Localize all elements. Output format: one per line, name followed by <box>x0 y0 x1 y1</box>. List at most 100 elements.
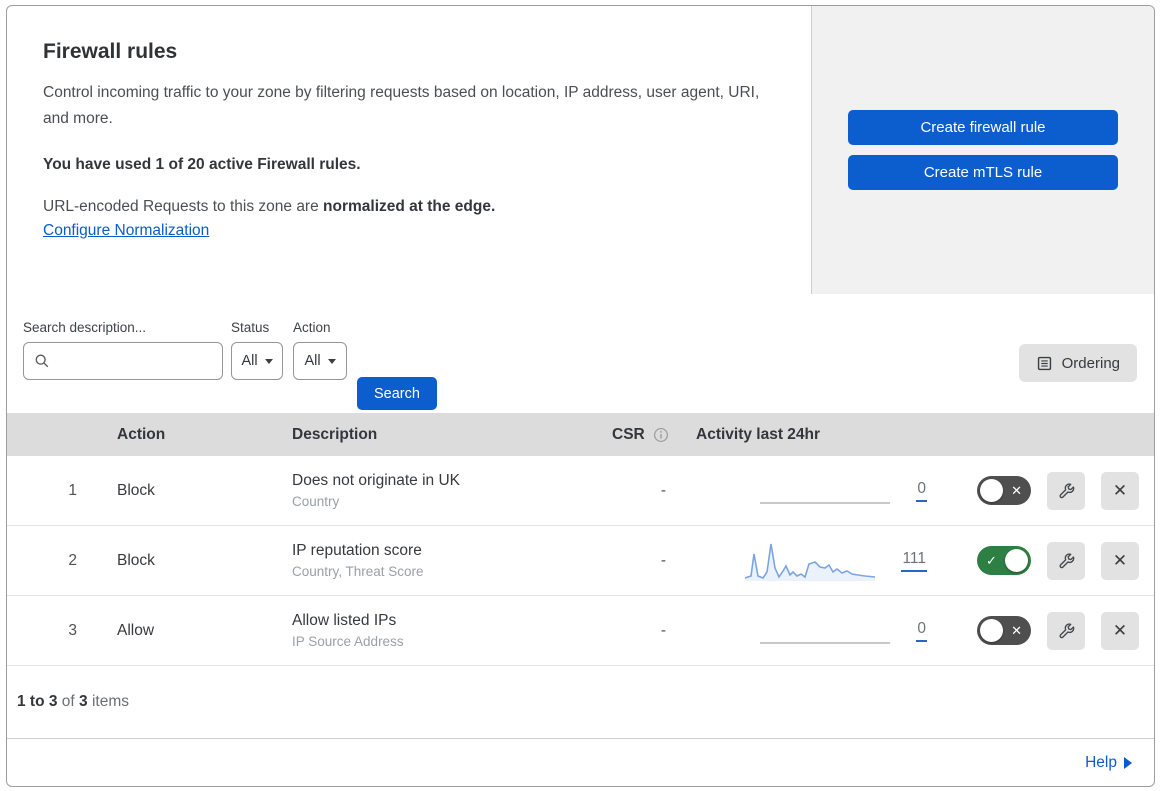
ordering-button-label: Ordering <box>1061 354 1120 372</box>
chevron-down-icon <box>264 358 273 364</box>
close-icon: ✕ <box>1112 620 1128 640</box>
activity-count-link[interactable]: 0 <box>916 480 927 502</box>
create-firewall-rule-button[interactable]: Create firewall rule <box>848 110 1118 145</box>
rule-controls: ✕ ✕ <box>947 611 1154 650</box>
rule-csr: - <box>660 481 666 499</box>
table-header: Action Description CSR Activity last 24h… <box>7 413 1154 456</box>
col-activity-header: Activity last 24hr <box>696 425 821 443</box>
rule-action: Block <box>117 551 155 569</box>
help-link[interactable]: Help <box>1085 754 1132 772</box>
rule-controls: ✕ ✕ <box>947 471 1154 510</box>
page-title: Firewall rules <box>43 40 178 63</box>
normalization-prefix: URL-encoded Requests to this zone are <box>43 198 324 216</box>
col-action-header: Action <box>117 425 166 443</box>
configure-normalization-link[interactable]: Configure Normalization <box>43 222 209 240</box>
rule-priority: 1 <box>68 481 77 499</box>
ordering-button[interactable]: Ordering <box>1018 344 1137 382</box>
wrench-icon <box>1059 482 1075 498</box>
toggle-state-icon: ✕ <box>1011 622 1022 638</box>
firewall-rules-card: Firewall rules Control incoming traffic … <box>6 5 1155 787</box>
edit-rule-button[interactable] <box>1047 611 1085 650</box>
rule-action: Block <box>117 481 155 499</box>
delete-rule-button[interactable]: ✕ <box>1101 541 1139 580</box>
close-icon: ✕ <box>1112 550 1128 570</box>
help-bar: Help <box>7 739 1154 786</box>
rule-activity-cell: 111 <box>682 541 947 581</box>
col-csr-header: CSR <box>592 426 682 444</box>
rule-description-cell: Allow listed IPs IP Source Address <box>272 612 592 649</box>
toggle-knob <box>1005 549 1028 572</box>
rule-activity-cell: 0 <box>682 618 947 644</box>
enable-toggle[interactable]: ✕ <box>977 476 1031 505</box>
rule-description: IP reputation score <box>292 542 422 559</box>
filter-bar: Search description... Status All Action … <box>7 294 1154 413</box>
activity-sparkline <box>745 543 876 581</box>
help-label: Help <box>1085 753 1117 771</box>
page-description: Control incoming traffic to your zone by… <box>43 84 760 128</box>
activity-flatline <box>760 641 891 644</box>
status-filter-group: Status All <box>231 320 283 380</box>
wrench-icon <box>1059 552 1075 568</box>
rule-priority: 2 <box>68 551 77 569</box>
usage-note: You have used 1 of 20 active Firewall ru… <box>43 156 361 174</box>
table-row: 3 Allow Allow listed IPs IP Source Addre… <box>7 596 1154 666</box>
pagination-summary: 1 to 3 of 3 items <box>7 666 1154 739</box>
edit-rule-button[interactable] <box>1047 541 1085 580</box>
info-icon[interactable] <box>653 427 669 443</box>
chevron-down-icon <box>327 358 336 364</box>
rule-fields: Country, Threat Score <box>292 564 424 579</box>
action-label: Action <box>293 320 331 335</box>
items-of: of <box>57 693 80 710</box>
rule-description: Allow listed IPs <box>292 612 397 629</box>
col-csr-label: CSR <box>612 425 645 443</box>
delete-rule-button[interactable]: ✕ <box>1101 471 1139 510</box>
rule-description-cell: Does not originate in UK Country <box>272 472 592 509</box>
enable-toggle[interactable]: ✓ <box>977 546 1031 575</box>
rule-fields: IP Source Address <box>292 634 404 649</box>
rule-fields: Country <box>292 494 340 509</box>
action-filter-group: Action All <box>293 320 347 380</box>
top-section: Firewall rules Control incoming traffic … <box>7 6 1154 294</box>
activity-flatline <box>760 501 891 504</box>
normalization-note: URL-encoded Requests to this zone are no… <box>43 198 771 216</box>
delete-rule-button[interactable]: ✕ <box>1101 611 1139 650</box>
list-document-icon <box>1037 356 1051 370</box>
rule-controls: ✓ ✕ <box>947 541 1154 580</box>
search-button[interactable]: Search <box>357 377 437 410</box>
wrench-icon <box>1059 622 1075 638</box>
arrow-right-icon <box>1124 756 1132 769</box>
enable-toggle[interactable]: ✕ <box>977 616 1031 645</box>
table-row: 1 Block Does not originate in UK Country… <box>7 456 1154 526</box>
search-icon <box>35 354 49 368</box>
status-dropdown-value: All <box>241 353 258 369</box>
edit-rule-button[interactable] <box>1047 471 1085 510</box>
status-label: Status <box>231 320 270 335</box>
rule-csr: - <box>660 621 666 639</box>
rule-priority: 3 <box>68 621 77 639</box>
toggle-knob <box>980 479 1003 502</box>
toggle-state-icon: ✕ <box>1011 482 1022 498</box>
action-dropdown[interactable]: All <box>293 342 347 380</box>
toggle-knob <box>980 619 1003 642</box>
items-total: 3 <box>79 693 88 710</box>
rule-description: Does not originate in UK <box>292 472 461 489</box>
search-label: Search description... <box>23 320 147 335</box>
action-dropdown-value: All <box>304 353 321 369</box>
col-description-header: Description <box>292 425 378 443</box>
intro-panel: Firewall rules Control incoming traffic … <box>7 6 811 294</box>
activity-count-link[interactable]: 0 <box>916 620 927 642</box>
actions-panel: Create firewall rule Create mTLS rule <box>811 6 1154 294</box>
table-row: 2 Block IP reputation score Country, Thr… <box>7 526 1154 596</box>
close-icon: ✕ <box>1112 480 1128 500</box>
rule-activity-cell: 0 <box>682 478 947 504</box>
rule-action: Allow <box>117 621 155 639</box>
search-box <box>23 342 223 380</box>
items-range: 1 to 3 <box>17 693 58 710</box>
status-dropdown[interactable]: All <box>231 342 283 380</box>
create-mtls-rule-button[interactable]: Create mTLS rule <box>848 155 1118 190</box>
toggle-state-icon: ✓ <box>986 552 997 568</box>
activity-count-link[interactable]: 111 <box>901 550 927 572</box>
rule-csr: - <box>660 551 666 569</box>
search-input[interactable] <box>58 353 212 369</box>
items-word: items <box>87 693 129 710</box>
